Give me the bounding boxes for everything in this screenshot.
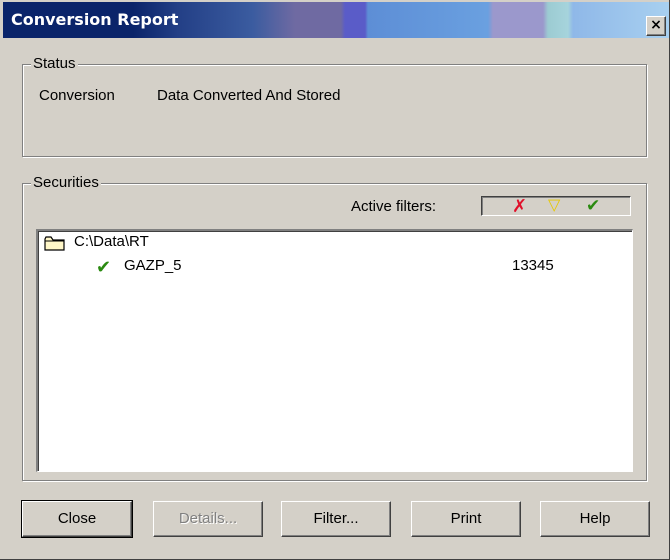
window-title: Conversion Report [11, 10, 179, 29]
conversion-label: Conversion [39, 87, 115, 104]
print-button[interactable]: Print [411, 501, 521, 537]
security-count: 13345 [512, 257, 554, 274]
details-button[interactable]: Details... [153, 501, 263, 537]
active-filters-label: Active filters: [351, 198, 437, 215]
securities-group: Securities Active filters: ✗ ▽ ✔ C:\Data… [22, 174, 647, 481]
folder-path-label: C:\Data\RT [74, 233, 149, 250]
help-button[interactable]: Help [540, 501, 650, 537]
status-group: Status Conversion Data Converted And Sto… [22, 55, 647, 157]
check-icon: ✔ [96, 257, 112, 277]
conversion-status-value: Data Converted And Stored [157, 87, 341, 104]
green-check-icon[interactable]: ✔ [586, 197, 600, 215]
red-x-icon[interactable]: ✗ [512, 197, 527, 215]
filter-button[interactable]: Filter... [281, 501, 391, 537]
securities-list[interactable]: C:\Data\RT ✔ GAZP_5 13345 [36, 229, 633, 472]
close-window-button[interactable]: × [646, 16, 666, 36]
folder-icon [44, 236, 65, 251]
close-button[interactable]: Close [21, 500, 133, 538]
security-name[interactable]: GAZP_5 [124, 257, 182, 274]
title-bar[interactable]: Conversion Report [3, 2, 669, 38]
securities-legend: Securities [31, 174, 101, 192]
conversion-report-window: Conversion Report × Status Conversion Da… [0, 0, 670, 560]
status-legend: Status [31, 55, 78, 73]
yellow-triangle-icon[interactable]: ▽ [548, 197, 560, 215]
close-icon: × [650, 17, 662, 33]
active-filters-box[interactable]: ✗ ▽ ✔ [481, 196, 631, 216]
